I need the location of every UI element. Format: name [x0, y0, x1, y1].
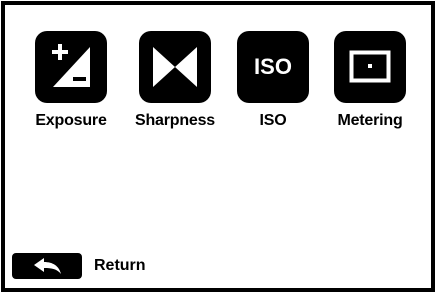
exposure-menu-item[interactable]: Exposure — [21, 31, 121, 130]
sharpness-icon — [153, 47, 197, 87]
metering-label: Metering — [337, 112, 403, 129]
return-button[interactable] — [12, 253, 82, 279]
exposure-label: Exposure — [35, 112, 107, 129]
iso-tile[interactable]: ISO — [237, 31, 309, 103]
sharpness-label: Sharpness — [134, 112, 215, 129]
iso-label: ISO — [259, 112, 287, 129]
exposure-icon — [52, 44, 90, 87]
metering-icon — [349, 50, 391, 83]
metering-tile[interactable] — [334, 31, 406, 103]
iso-icon: ISO — [254, 54, 292, 79]
iso-menu-item[interactable]: ISO ISO — [223, 31, 323, 130]
sharpness-menu-item[interactable]: Sharpness — [125, 31, 225, 130]
sharpness-tile[interactable] — [139, 31, 211, 103]
back-arrow-icon — [34, 258, 61, 274]
metering-menu-item[interactable]: Metering — [320, 31, 420, 130]
exposure-tile[interactable] — [35, 31, 107, 103]
return-label[interactable]: Return — [94, 257, 146, 275]
